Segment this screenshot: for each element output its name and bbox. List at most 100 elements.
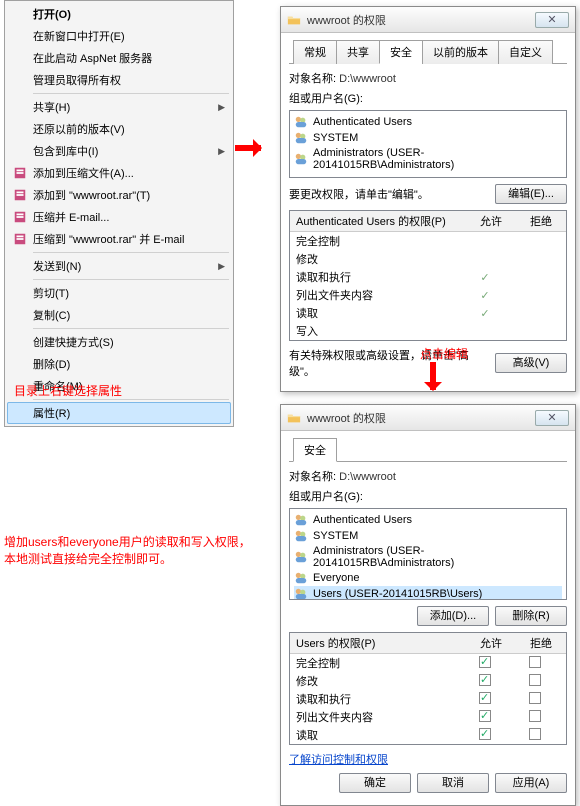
cancel-button[interactable]: 取消	[417, 773, 489, 793]
permission-name: 修改	[296, 251, 460, 267]
menu-item-label: 属性(R)	[33, 405, 70, 421]
deny-checkbox[interactable]	[529, 728, 541, 740]
deny-checkbox[interactable]	[529, 674, 541, 686]
user-name: Authenticated Users	[313, 514, 412, 526]
menu-item[interactable]: 在此启动 AspNet 服务器	[7, 47, 231, 69]
permission-row: 完全控制	[290, 232, 566, 250]
menu-separator	[33, 252, 229, 253]
caption-click-edit: 点击编辑	[420, 346, 468, 363]
arrow-down-1	[430, 362, 436, 390]
tab[interactable]: 常规	[293, 40, 337, 64]
help-link[interactable]: 了解访问控制和权限	[289, 754, 388, 766]
menu-item[interactable]: 还原以前的版本(V)	[7, 118, 231, 140]
menu-separator	[33, 279, 229, 280]
user-list-item[interactable]: SYSTEM	[294, 130, 562, 146]
permission-name: 完全控制	[296, 655, 460, 671]
menu-item[interactable]: 压缩到 "wwwroot.rar" 并 E-mail	[7, 228, 231, 250]
permission-row: 修改	[290, 250, 566, 268]
menu-item[interactable]: 剪切(T)	[7, 282, 231, 304]
menu-item-label: 剪切(T)	[33, 285, 69, 301]
permissions-edit-dialog: wwwroot 的权限 ✕ 安全 对象名称: D:\wwwroot 组或用户名(…	[280, 404, 576, 806]
permission-name: 列出文件夹内容	[296, 287, 460, 303]
menu-item[interactable]: 包含到库中(I)▶	[7, 140, 231, 162]
user-list-item[interactable]: Users (USER-20141015RB\Users)	[294, 586, 562, 600]
permissions-table: Users 的权限(P) 允许 拒绝 完全控制修改读取和执行列出文件夹内容读取	[289, 632, 567, 745]
menu-item-label: 添加到 "wwwroot.rar"(T)	[33, 187, 150, 203]
user-list[interactable]: Authenticated Users SYSTEMAdministrators …	[289, 508, 567, 600]
object-name-row: 对象名称: D:\wwwroot	[289, 468, 567, 484]
permission-row: 读取	[290, 726, 566, 744]
edit-button[interactable]: 编辑(E)...	[495, 184, 567, 204]
object-path: D:\wwwroot	[339, 471, 396, 483]
dialog-titlebar: wwwroot 的权限 ✕	[281, 405, 575, 431]
object-name-label: 对象名称:	[289, 471, 336, 483]
menu-item-label: 管理员取得所有权	[33, 72, 121, 88]
menu-item[interactable]: 在新窗口中打开(E)	[7, 25, 231, 47]
menu-item[interactable]: 压缩并 E-mail...	[7, 206, 231, 228]
apply-button[interactable]: 应用(A)	[495, 773, 567, 793]
groups-label: 组或用户名(G):	[289, 488, 567, 504]
user-name: SYSTEM	[313, 132, 358, 144]
allow-checkbox[interactable]	[479, 674, 491, 686]
close-icon[interactable]: ✕	[535, 12, 569, 28]
user-list-item[interactable]: SYSTEM	[294, 528, 562, 544]
menu-item[interactable]: 共享(H)▶	[7, 96, 231, 118]
user-list-item[interactable]: Administrators (USER-20141015RB\Administ…	[294, 544, 562, 570]
allow-checkbox[interactable]	[479, 728, 491, 740]
allow-checkbox[interactable]	[479, 656, 491, 668]
folder-icon	[287, 411, 301, 425]
ok-button[interactable]: 确定	[339, 773, 411, 793]
folder-icon	[287, 13, 301, 27]
menu-item-label: 创建快捷方式(S)	[33, 334, 114, 350]
user-name: Administrators (USER-20141015RB\Administ…	[313, 545, 562, 569]
menu-separator	[33, 93, 229, 94]
advanced-button[interactable]: 高级(V)	[495, 353, 567, 373]
allow-mark: ✓	[480, 308, 489, 320]
user-list-item[interactable]: Everyone	[294, 570, 562, 586]
menu-item-label: 共享(H)	[33, 99, 70, 115]
allow-checkbox[interactable]	[479, 710, 491, 722]
user-list-item[interactable]: Administrators (USER-20141015RB\Administ…	[294, 146, 562, 172]
edit-row: 要更改权限，请单击"编辑"。 编辑(E)...	[289, 184, 567, 204]
menu-item[interactable]: 添加到压缩文件(A)...	[7, 162, 231, 184]
tab[interactable]: 以前的版本	[422, 40, 499, 64]
dialog-title: wwwroot 的权限	[307, 410, 386, 426]
submenu-arrow-icon: ▶	[218, 146, 225, 157]
allow-checkbox[interactable]	[479, 692, 491, 704]
context-menu[interactable]: 打开(O)在新窗口中打开(E)在此启动 AspNet 服务器管理员取得所有权共享…	[4, 0, 234, 427]
add-button[interactable]: 添加(D)...	[417, 606, 489, 626]
dialog-buttons: 确定 取消 应用(A)	[289, 773, 567, 793]
deny-checkbox[interactable]	[529, 710, 541, 722]
permission-name: 读取和执行	[296, 269, 460, 285]
user-list-item[interactable]: Authenticated Users	[294, 512, 562, 528]
menu-item[interactable]: 发送到(N)▶	[7, 255, 231, 277]
tab[interactable]: 安全	[379, 40, 423, 64]
tab[interactable]: 共享	[336, 40, 380, 64]
deny-checkbox[interactable]	[529, 692, 541, 704]
user-list[interactable]: Authenticated Users SYSTEM Administrators …	[289, 110, 567, 178]
deny-checkbox[interactable]	[529, 656, 541, 668]
menu-item[interactable]: 管理员取得所有权	[7, 69, 231, 91]
tab[interactable]: 自定义	[498, 40, 553, 64]
menu-item[interactable]: 删除(D)	[7, 353, 231, 375]
user-group-icon	[294, 115, 308, 129]
user-list-item[interactable]: Authenticated Users	[294, 114, 562, 130]
menu-item[interactable]: 创建快捷方式(S)	[7, 331, 231, 353]
menu-item[interactable]: 打开(O)	[7, 3, 231, 25]
object-path: D:\wwwroot	[339, 73, 396, 85]
menu-item[interactable]: 添加到 "wwwroot.rar"(T)	[7, 184, 231, 206]
menu-item-label: 压缩并 E-mail...	[33, 209, 109, 225]
user-group-icon	[294, 587, 308, 600]
menu-item-label: 添加到压缩文件(A)...	[33, 165, 134, 181]
perm-header-deny: 拒绝	[516, 633, 566, 653]
caption-bottom-note: 增加users和everyone用户的读取和写入权限，本地测试直接给完全控制即可…	[4, 534, 252, 568]
close-icon[interactable]: ✕	[535, 410, 569, 426]
remove-button[interactable]: 删除(R)	[495, 606, 567, 626]
perm-header-name: Users 的权限(P)	[290, 633, 466, 653]
tab[interactable]: 安全	[293, 438, 337, 462]
permission-name: 读取	[296, 305, 460, 321]
menu-item-label: 压缩到 "wwwroot.rar" 并 E-mail	[33, 231, 184, 247]
security-properties-dialog: wwwroot 的权限 ✕ 常规共享安全以前的版本自定义 对象名称: D:\ww…	[280, 6, 576, 392]
menu-item[interactable]: 属性(R)	[7, 402, 231, 424]
menu-item[interactable]: 复制(C)	[7, 304, 231, 326]
